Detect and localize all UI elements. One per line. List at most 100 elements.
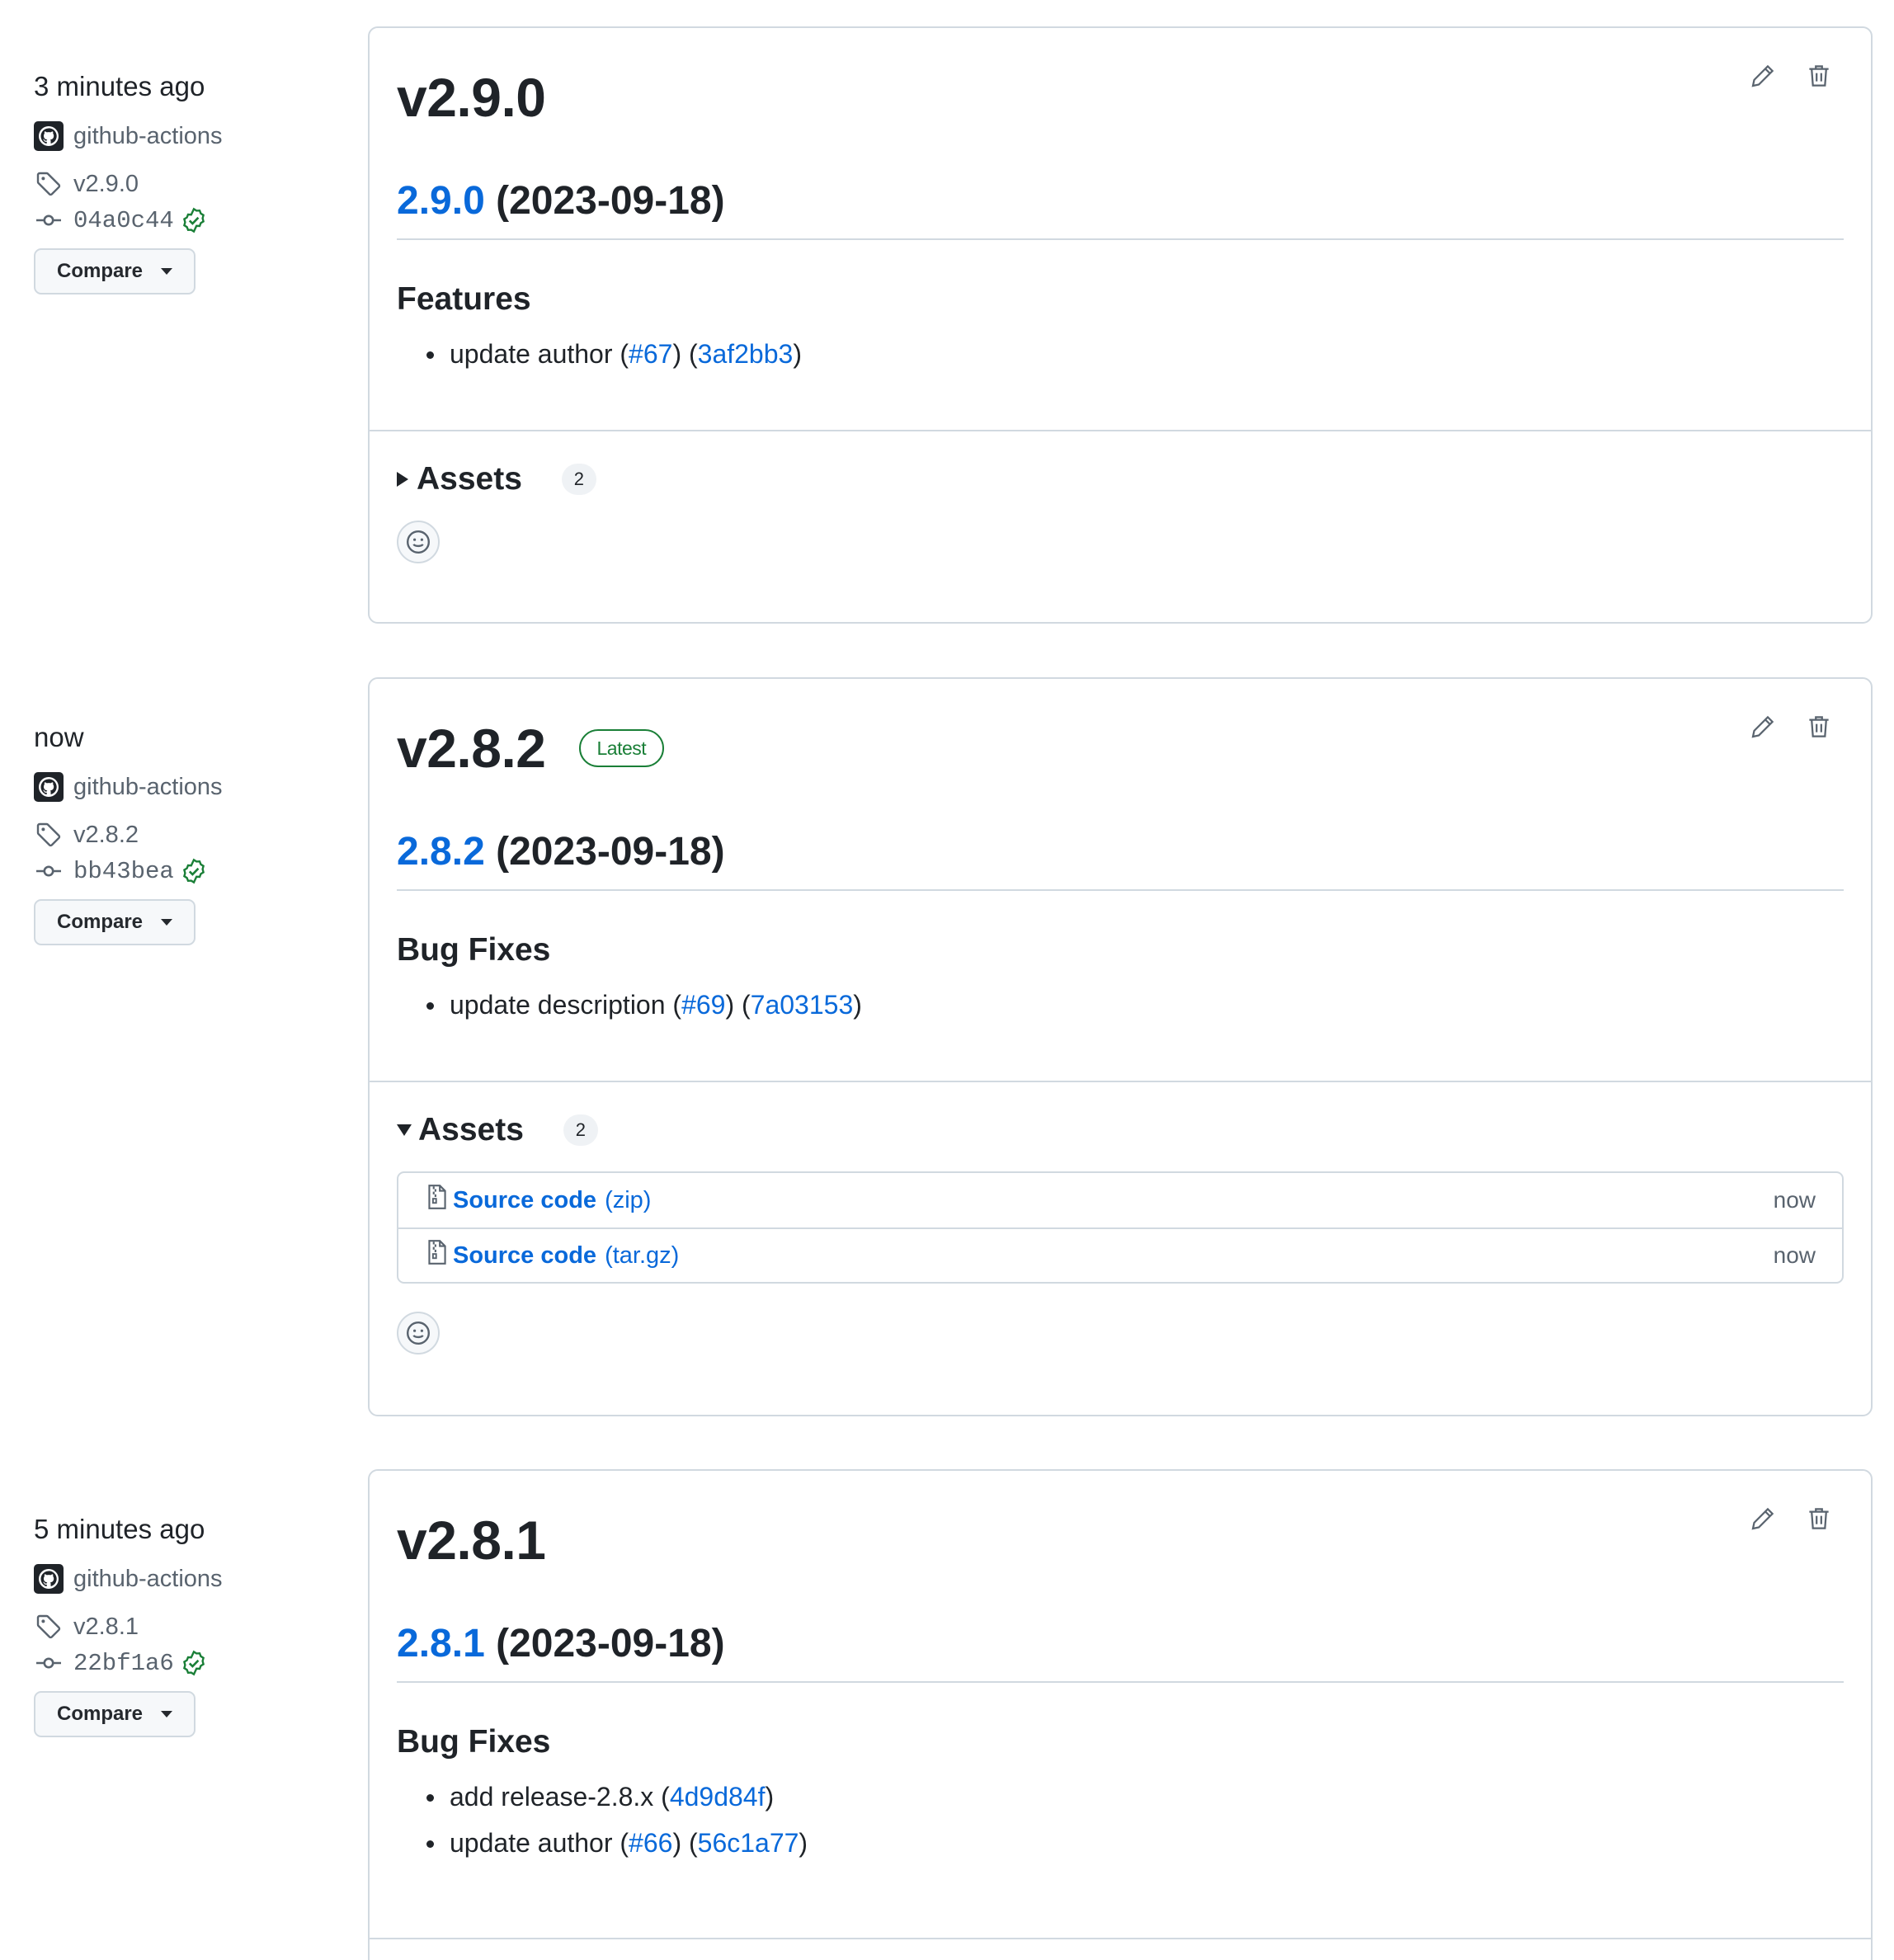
item-end: ) [799,1828,808,1858]
author-name[interactable]: github-actions [73,1566,223,1593]
card-divider [370,430,1871,431]
triangle-down-icon [397,1124,412,1136]
release-author[interactable]: github-actions [34,1561,331,1597]
assets-toggle[interactable]: Assets 2 [397,1112,1844,1148]
author-name[interactable]: github-actions [73,774,223,801]
asset-name[interactable]: Source code [453,1242,596,1270]
compare-label: Compare [56,911,144,933]
commit-sha[interactable]: bb43bea [73,858,174,885]
tag-name[interactable]: v2.9.0 [73,171,139,198]
release-card: v2.8.2 Latest 2.8.2 (2023-09-18) Bug Fix… [368,677,1873,1416]
git-commit-icon [34,1648,64,1678]
release-commit[interactable]: 22bf1a6 [34,1645,331,1681]
asset-item[interactable]: Source code (zip) now [398,1173,1842,1227]
smiley-icon[interactable] [397,1312,440,1355]
tag-name[interactable]: v2.8.1 [73,1614,139,1641]
version-link[interactable]: 2.9.0 [397,179,485,223]
version-link[interactable]: 2.8.2 [397,830,485,874]
release-commit[interactable]: 04a0c44 [34,202,331,238]
list-item: update description (#69) (7a03153) [426,982,1844,1028]
commit-link[interactable]: 56c1a77 [698,1828,799,1858]
release-time: 5 minutes ago [34,1514,205,1544]
release-title[interactable]: v2.8.1 [397,1471,1844,1573]
asset-time: now [1773,1242,1816,1268]
release-tag[interactable]: v2.9.0 [34,166,331,202]
git-commit-icon [34,856,64,886]
compare-button[interactable]: Compare [34,899,196,945]
file-zip-icon [426,1183,448,1218]
file-zip-icon [426,1238,448,1273]
item-sep: ) ( [672,1828,698,1858]
caret-down-icon [161,919,173,926]
asset-ext[interactable]: (zip) [605,1187,651,1214]
version-heading: 2.9.0 (2023-09-18) [397,178,1844,240]
release-author[interactable]: github-actions [34,118,331,154]
change-list: update description (#69) (7a03153) [426,982,1844,1028]
card-divider [370,1938,1871,1939]
release-tag[interactable]: v2.8.1 [34,1609,331,1645]
item-end: ) [793,339,802,369]
commit-link[interactable]: 7a03153 [751,990,854,1020]
release-commit[interactable]: bb43bea [34,853,331,889]
commit-link[interactable]: 3af2bb3 [698,339,794,369]
verified-check-icon[interactable] [181,207,207,233]
release-title-text[interactable]: v2.9.0 [397,66,546,129]
release-card: v2.9.0 2.9.0 (2023-09-18) Features updat… [368,26,1873,624]
github-logo-icon [34,1564,64,1594]
commit-sha[interactable]: 22bf1a6 [73,1650,174,1677]
tag-icon [34,169,64,199]
item-sep: ) ( [672,339,698,369]
item-end: ) [765,1782,775,1812]
release-author[interactable]: github-actions [34,769,331,805]
triangle-right-icon [397,472,408,487]
tag-name[interactable]: v2.8.2 [73,822,139,849]
assets-label: Assets [418,1112,524,1147]
release-meta: 5 minutes ago github-actions v2.8.1 22bf… [34,1511,331,1737]
pr-link[interactable]: #66 [629,1828,672,1858]
list-item: update author (#67) (3af2bb3) [426,331,1844,377]
assets-count: 2 [563,1114,598,1146]
item-end: ) [853,990,862,1020]
section-heading: Features [397,281,531,317]
asset-name[interactable]: Source code [453,1187,596,1214]
pr-link[interactable]: #67 [629,339,672,369]
release-time: now [34,722,84,752]
commit-link[interactable]: 4d9d84f [670,1782,766,1812]
compare-button[interactable]: Compare [34,248,196,294]
change-list: update author (#67) (3af2bb3) [426,331,1844,377]
release-title-text[interactable]: v2.8.2 [397,717,546,780]
list-item: update author (#66) (56c1a77) [426,1820,1844,1866]
verified-check-icon[interactable] [181,1650,207,1676]
version-link[interactable]: 2.8.1 [397,1622,485,1666]
item-text: add release-2.8.x ( [450,1782,670,1812]
release-tag[interactable]: v2.8.2 [34,817,331,853]
release-title[interactable]: v2.8.2 Latest [397,679,1844,781]
assets-toggle[interactable]: Assets 2 [397,461,1844,497]
version-date: (2023-09-18) [496,1622,725,1666]
asset-time: now [1773,1187,1816,1213]
asset-ext[interactable]: (tar.gz) [605,1242,679,1270]
section-heading: Bug Fixes [397,932,551,968]
version-date: (2023-09-18) [496,830,725,874]
tag-icon [34,820,64,850]
git-commit-icon [34,205,64,235]
release-title[interactable]: v2.9.0 [397,28,1844,130]
release-meta: now github-actions v2.8.2 bb43bea Compar… [34,719,331,945]
compare-label: Compare [56,1703,144,1725]
item-text: update author ( [450,339,629,369]
version-date: (2023-09-18) [496,179,725,223]
release-card: v2.8.1 2.8.1 (2023-09-18) Bug Fixes add … [368,1469,1873,1960]
release-title-text[interactable]: v2.8.1 [397,1509,546,1571]
smiley-icon[interactable] [397,521,440,563]
asset-item[interactable]: Source code (tar.gz) now [398,1227,1842,1282]
change-list: add release-2.8.x (4d9d84f) update autho… [426,1774,1844,1866]
caret-down-icon [161,1711,173,1717]
verified-check-icon[interactable] [181,858,207,884]
assets-list: Source code (zip) now Source code (tar.g… [397,1171,1844,1284]
compare-button[interactable]: Compare [34,1691,196,1737]
pr-link[interactable]: #69 [681,990,725,1020]
github-logo-icon [34,772,64,802]
commit-sha[interactable]: 04a0c44 [73,207,174,234]
item-text: update author ( [450,1828,629,1858]
author-name[interactable]: github-actions [73,123,223,150]
